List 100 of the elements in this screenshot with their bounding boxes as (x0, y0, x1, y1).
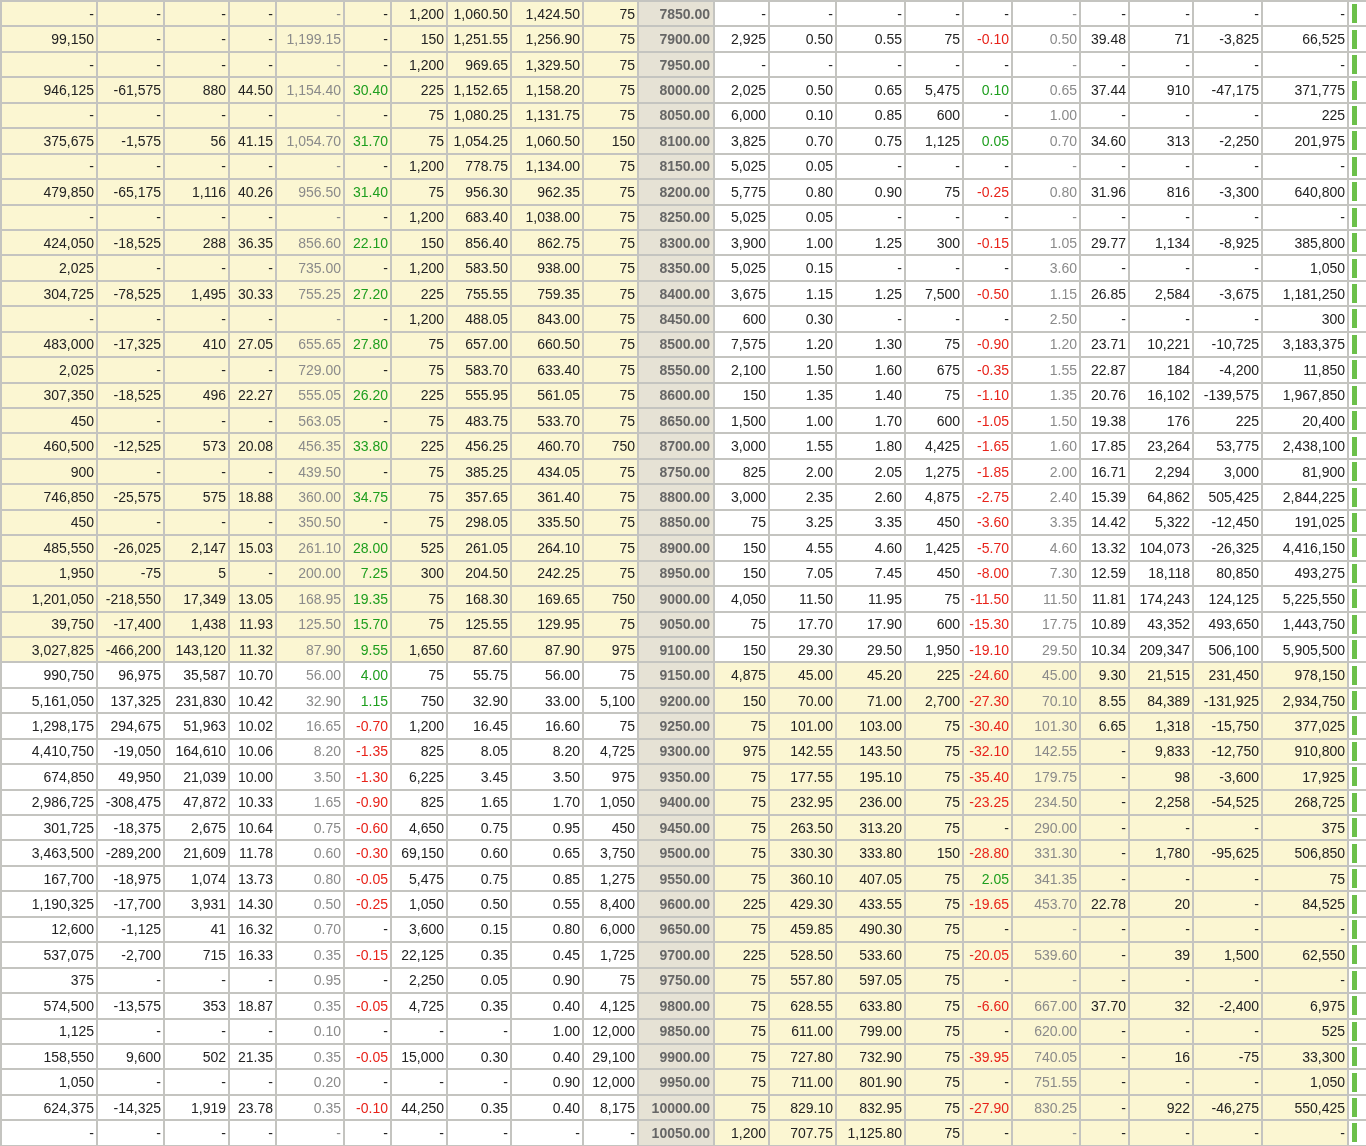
marker-icon (1352, 462, 1357, 482)
table-cell: 307,350 (1, 382, 97, 408)
table-cell: 525 (1262, 1018, 1348, 1044)
table-cell: 938.00 (511, 255, 583, 281)
table-cell: 1,201,050 (1, 586, 97, 612)
table-cell: 158,550 (1, 1043, 97, 1070)
table-cell: 1.70 (511, 789, 583, 815)
strike-price-cell: 8250.00 (638, 204, 714, 230)
table-cell: 990,750 (1, 662, 97, 688)
strike-price-cell: 8950.00 (638, 560, 714, 587)
table-cell: 33.00 (511, 687, 583, 714)
table-cell: 3,027,825 (1, 636, 97, 663)
strike-price-cell: 7950.00 (638, 51, 714, 78)
marker-icon (1352, 970, 1357, 990)
table-cell: 66,525 (1262, 26, 1348, 52)
table-cell: - (276, 1, 344, 27)
marker-icon (1352, 945, 1357, 965)
strike-price-cell: 9750.00 (638, 967, 714, 994)
strike-price-cell: 9850.00 (638, 1018, 714, 1044)
table-cell: - (511, 1120, 583, 1146)
marker-icon (1352, 640, 1357, 660)
table-cell: 0.40 (511, 1094, 583, 1121)
table-cell: 1,060.50 (447, 1, 511, 27)
table-cell: 0.40 (511, 993, 583, 1019)
table-cell: 87.90 (511, 636, 583, 663)
table-cell: - (1, 1120, 97, 1146)
table-cell: 242.25 (511, 560, 583, 587)
strike-price-cell: 9450.00 (638, 815, 714, 841)
table-cell: 0.85 (511, 865, 583, 892)
strike-price-cell: 9700.00 (638, 942, 714, 968)
table-cell: 624,375 (1, 1094, 97, 1121)
table-cell: 1,967,850 (1262, 382, 1348, 408)
table-cell: 4,410,750 (1, 738, 97, 765)
table-cell: 674,850 (1, 764, 97, 790)
marker-icon (1352, 996, 1357, 1016)
table-cell: 5,905,500 (1262, 636, 1348, 663)
table-cell: 375 (1262, 815, 1348, 841)
table-cell: 2,025 (1, 255, 97, 281)
strike-price-cell: 8200.00 (638, 179, 714, 205)
table-cell: - (714, 1, 769, 27)
table-cell: 385,800 (1262, 229, 1348, 256)
table-cell: 191,025 (1262, 509, 1348, 536)
table-cell: 225 (1262, 102, 1348, 129)
table-cell: 946,125 (1, 77, 97, 103)
table-cell: 1,158.20 (511, 77, 583, 103)
table-cell: - (1, 1, 97, 27)
table-cell: 1,200 (391, 1, 447, 27)
table-cell: 759.35 (511, 280, 583, 307)
table-cell: 533.70 (511, 408, 583, 434)
table-cell: 1,038.00 (511, 204, 583, 230)
marker-icon (1352, 1047, 1357, 1067)
table-cell: 5,225,550 (1262, 586, 1348, 612)
strike-price-cell: 10000.00 (638, 1094, 714, 1121)
strike-price-cell: 9800.00 (638, 993, 714, 1019)
table-cell: - (1, 306, 97, 332)
table-cell: 746,850 (1, 484, 97, 510)
marker-icon (1352, 309, 1357, 329)
table-cell: - (1, 102, 97, 129)
strike-price-cell: 9900.00 (638, 1043, 714, 1070)
table-cell: - (229, 1, 276, 27)
table-cell: 99,150 (1, 26, 97, 52)
table-cell: 1,950 (1, 560, 97, 587)
table-cell: 978,150 (1262, 662, 1348, 688)
table-cell: 460.70 (511, 433, 583, 459)
table-cell: 75 (1262, 865, 1348, 892)
table-cell: 640,800 (1262, 179, 1348, 205)
table-cell: - (1262, 51, 1348, 78)
marker-icon (1352, 741, 1357, 761)
table-cell: 450 (1, 509, 97, 536)
marker-icon (1352, 4, 1357, 24)
strike-price-cell: 9000.00 (638, 586, 714, 612)
marker-icon (1352, 843, 1357, 863)
table-cell: 1,443,750 (1262, 611, 1348, 637)
strike-price-cell: 8100.00 (638, 128, 714, 154)
table-cell: - (1129, 1, 1193, 27)
strike-price-cell: 8900.00 (638, 535, 714, 561)
table-cell: 1.00 (511, 1018, 583, 1044)
table-cell: 1,134.00 (511, 153, 583, 180)
table-cell: 20,400 (1262, 408, 1348, 434)
table-cell: 1,050 (1262, 1069, 1348, 1095)
table-cell: - (1262, 204, 1348, 230)
marker-icon (1352, 29, 1357, 49)
marker-icon (1352, 691, 1357, 711)
marker-icon (1352, 563, 1357, 583)
table-cell: 84,525 (1262, 891, 1348, 917)
table-cell: 0.95 (511, 815, 583, 841)
table-cell: 1,125 (1, 1018, 97, 1044)
table-cell: 75 (583, 1, 638, 27)
marker-icon (1352, 589, 1357, 609)
table-cell: 1,050 (1262, 255, 1348, 281)
table-cell: - (1080, 1, 1129, 27)
strike-price-cell: 7850.00 (638, 1, 714, 27)
table-cell: 129.95 (511, 611, 583, 637)
table-cell: 900 (1, 458, 97, 485)
table-cell: 6,975 (1262, 993, 1348, 1019)
strike-price-cell: 8500.00 (638, 331, 714, 358)
strike-price-cell: 9950.00 (638, 1069, 714, 1095)
table-cell: 1,181,250 (1262, 280, 1348, 307)
marker-icon (1352, 360, 1357, 380)
table-cell: 843.00 (511, 306, 583, 332)
